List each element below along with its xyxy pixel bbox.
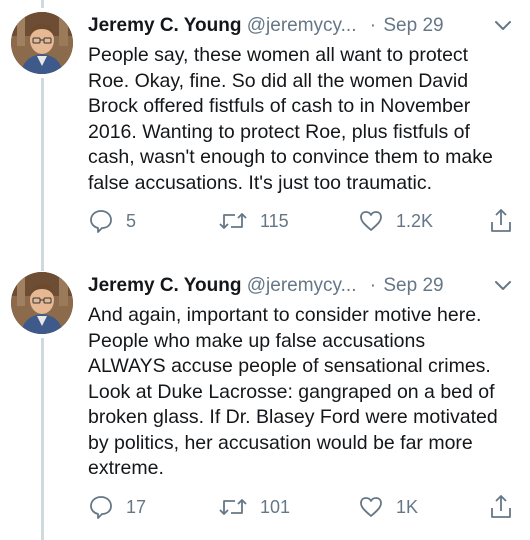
tweet-text-line: by politics, her accusation would be far…: [88, 431, 473, 454]
author-name[interactable]: Jeremy C. Young: [88, 15, 241, 36]
author-name[interactable]: Jeremy C. Young: [88, 275, 241, 296]
reply-button[interactable]: 5: [88, 206, 136, 236]
tweet-text-line: ALWAYS accuse people of sensational crim…: [88, 355, 491, 377]
separator-dot: ·: [369, 275, 377, 296]
like-count: 1K: [396, 496, 419, 517]
tweet-date[interactable]: Sep 29: [383, 275, 443, 296]
tweet-text-line: broken glass. If Dr. Blasey Ford were mo…: [88, 406, 498, 428]
retweet-count: 101: [260, 496, 291, 517]
tweet-actions: 17 101 1K: [88, 492, 530, 522]
like-button[interactable]: 1K: [358, 492, 418, 522]
like-button[interactable]: 1.2K: [358, 206, 433, 236]
tweet[interactable]: Jeremy C. Young @jeremycy... · Sep 29 An…: [0, 260, 530, 540]
tweet-text: And again, important to consider motive …: [88, 303, 524, 482]
tweet-text-line: cash, wasn't enough to convince them to …: [88, 146, 493, 168]
tweet-text: People say, these women all want to prot…: [88, 43, 524, 196]
author-handle[interactable]: @jeremycy...: [247, 275, 357, 296]
tweet-text-line: People say, these women all want to prot…: [88, 44, 469, 66]
tweet-text-line: false accusations. It's just too traumat…: [88, 171, 433, 194]
separator-dot: ·: [369, 15, 377, 36]
heart-icon: [360, 497, 382, 517]
reply-icon: [90, 210, 112, 233]
retweet-count: 115: [260, 210, 289, 231]
heart-icon: [360, 211, 382, 231]
tweet-header: Jeremy C. Young @jeremycy... · Sep 29: [88, 273, 518, 299]
retweet-icon: [219, 499, 247, 515]
chevron-down-icon[interactable]: [492, 273, 514, 299]
avatar[interactable]: [11, 272, 73, 334]
tweet[interactable]: Jeremy C. Young @jeremycy... · Sep 29 Pe…: [0, 0, 530, 260]
retweet-button[interactable]: 115: [218, 206, 289, 236]
share-button[interactable]: [488, 206, 514, 236]
share-button[interactable]: [488, 492, 514, 522]
tweet-header: Jeremy C. Young @jeremycy... · Sep 29: [88, 13, 518, 39]
reply-count: 5: [126, 210, 137, 231]
reply-count: 17: [126, 496, 147, 517]
retweet-icon: [219, 213, 247, 229]
tweet-text-line: And again, important to consider motive …: [88, 304, 482, 326]
avatar[interactable]: [11, 12, 73, 74]
share-icon: [491, 209, 511, 232]
tweet-date[interactable]: Sep 29: [383, 15, 443, 36]
tweet-text-line: extreme.: [88, 457, 164, 479]
tweet-actions: 5 115 1.2K: [88, 206, 530, 236]
reply-button[interactable]: 17: [88, 492, 146, 522]
tweet-text-line: Brock offered fistfuls of cash to in Nov…: [88, 95, 471, 117]
reply-icon: [90, 496, 112, 519]
chevron-down-icon[interactable]: [492, 13, 514, 39]
tweet-text-line: Look at Duke Lacrosse: gangraped on a be…: [88, 380, 495, 403]
retweet-button[interactable]: 101: [218, 492, 290, 522]
tweet-text-line: People who make up false accusations: [88, 329, 426, 352]
tweet-text-line: Roe. Okay, fine. So did all the women Da…: [88, 69, 469, 92]
tweet-text-line: 2016. Wanting to protect Roe, plus fistf…: [88, 120, 470, 143]
author-handle[interactable]: @jeremycy...: [247, 15, 357, 36]
like-count: 1.2K: [396, 210, 434, 231]
share-icon: [491, 495, 511, 518]
